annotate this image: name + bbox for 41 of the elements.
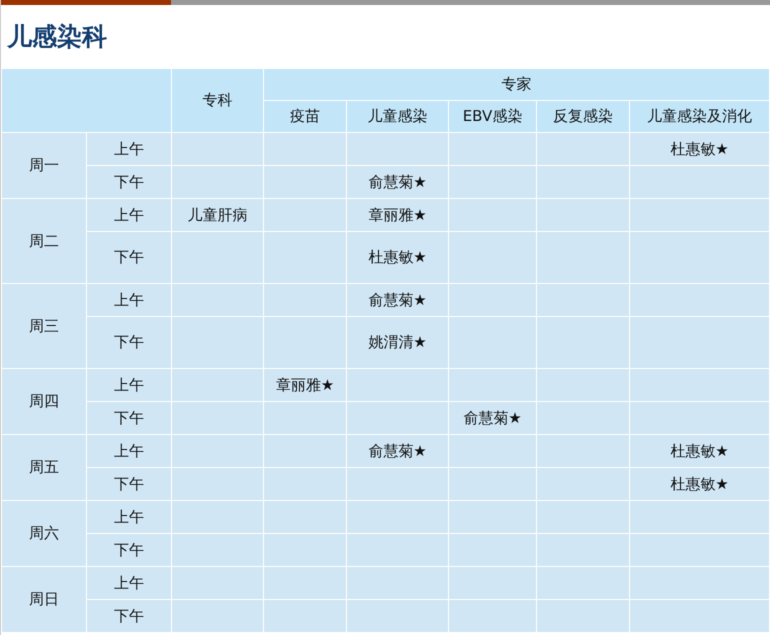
session-cell: 下午	[86, 402, 172, 434]
table-cell: 杜惠敏★	[630, 434, 770, 468]
session-cell: 上午	[86, 500, 172, 534]
table-cell: 杜惠敏★	[630, 132, 770, 166]
day-cell: 周四	[2, 368, 86, 434]
column-header: 儿童感染及消化	[630, 100, 770, 132]
page-title: 儿感染科	[6, 21, 108, 53]
table-cell: 俞慧菊★	[346, 434, 448, 468]
column-header: 专家	[264, 68, 770, 100]
table-cell: 姚渭清★	[346, 316, 448, 368]
table-cell: 杜惠敏★	[630, 468, 770, 500]
table-cell: 杜惠敏★	[346, 232, 448, 284]
column-header: EBV感染	[448, 100, 536, 132]
table-cell: 章丽雅★	[264, 368, 346, 402]
session-cell: 上午	[86, 284, 172, 316]
session-cell: 下午	[86, 534, 172, 566]
day-cell: 周六	[2, 500, 86, 566]
table-cell: 俞慧菊★	[346, 166, 448, 198]
table-cell: 儿童肝病	[172, 198, 264, 232]
column-header: 儿童感染	[346, 100, 448, 132]
column-header: 反复感染	[536, 100, 630, 132]
session-cell: 下午	[86, 166, 172, 198]
day-cell: 周二	[2, 198, 86, 284]
session-cell: 下午	[86, 468, 172, 500]
table-cell: 俞慧菊★	[448, 402, 536, 434]
column-header: 专科	[172, 68, 264, 132]
session-cell: 上午	[86, 198, 172, 232]
session-cell: 下午	[86, 600, 172, 632]
day-cell: 周日	[2, 566, 86, 632]
session-cell: 上午	[86, 132, 172, 166]
column-header: 疫苗	[264, 100, 346, 132]
session-cell: 下午	[86, 232, 172, 284]
table-cell: 俞慧菊★	[346, 284, 448, 316]
table-cell: 章丽雅★	[346, 198, 448, 232]
session-cell: 上午	[86, 368, 172, 402]
day-cell: 周五	[2, 434, 86, 500]
day-cell: 周三	[2, 284, 86, 368]
day-cell: 周一	[2, 132, 86, 198]
session-cell: 上午	[86, 566, 172, 600]
session-cell: 下午	[86, 316, 172, 368]
session-cell: 上午	[86, 434, 172, 468]
